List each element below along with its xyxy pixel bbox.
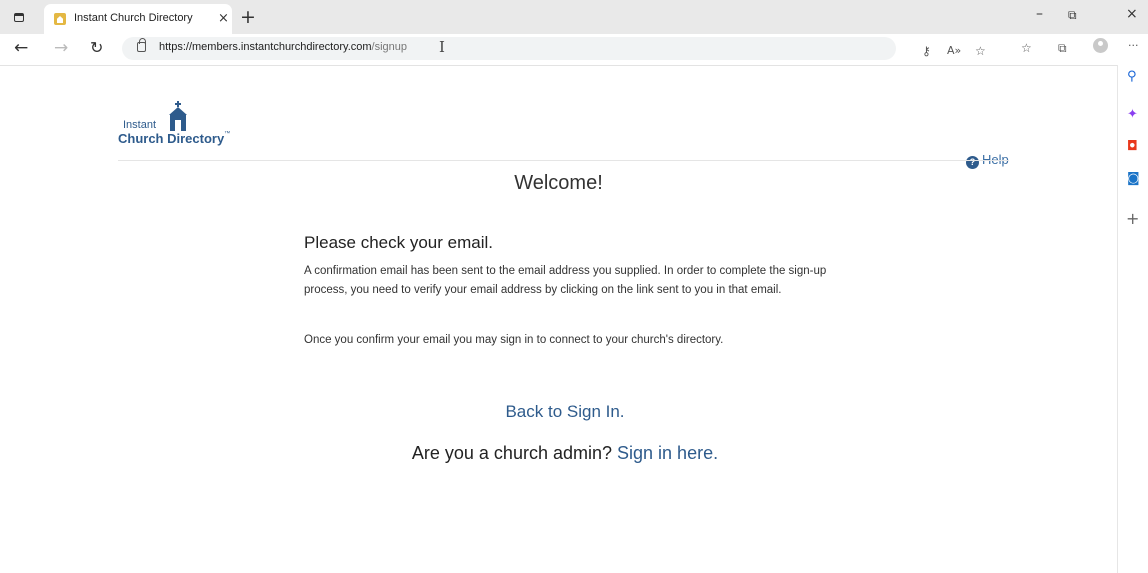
forward-arrow-icon[interactable]: → <box>54 38 68 58</box>
url-text[interactable]: https://members.instantchurchdirectory.c… <box>159 41 407 53</box>
collections-icon[interactable]: ⧉ <box>1058 41 1067 56</box>
message-paragraph-2: Once you confirm your email you may sign… <box>304 334 724 346</box>
key-icon[interactable]: ⚷ <box>922 44 931 58</box>
message-heading: Please check your email. <box>304 233 493 252</box>
text-cursor-icon: I <box>439 38 445 56</box>
message-paragraph-1: A confirmation email has been sent to th… <box>304 265 827 296</box>
church-favicon-icon <box>54 13 66 25</box>
address-toolbar: ← → ↻ https://members.instantchurchdirec… <box>0 34 1148 66</box>
read-aloud-icon[interactable]: A» <box>947 44 961 57</box>
logo-text-church-directory: Church Directory™ <box>118 131 231 146</box>
back-to-sign-in-link[interactable]: Back to Sign In. <box>0 402 1130 422</box>
address-bar[interactable]: https://members.instantchurchdirectory.c… <box>122 37 986 60</box>
lock-icon[interactable] <box>137 38 146 52</box>
more-menu-icon[interactable]: ··· <box>1128 39 1139 52</box>
new-tab-button[interactable]: + <box>240 6 256 28</box>
tab-title: Instant Church Directory <box>74 12 193 24</box>
admin-sign-in-link[interactable]: Sign in here. <box>617 443 718 463</box>
tab-close-icon[interactable]: × <box>218 11 229 26</box>
minimize-button[interactable]: – <box>1036 6 1043 22</box>
tab-strip: Instant Church Directory × + – ⧉ × <box>0 0 1148 34</box>
add-icon[interactable]: + <box>1126 209 1139 228</box>
question-circle-icon: ? <box>966 156 979 169</box>
browser-tab[interactable]: Instant Church Directory × <box>44 4 232 34</box>
favorites-list-icon[interactable]: ☆ <box>1021 41 1032 55</box>
search-icon[interactable]: ⚲ <box>1127 69 1137 84</box>
site-logo[interactable]: Instant Church Directory™ <box>118 101 258 147</box>
close-window-button[interactable]: × <box>1126 6 1138 22</box>
admin-question-text: Are you a church admin? <box>411 443 618 463</box>
church-logo-icon <box>169 101 187 131</box>
logo-text-instant: Instant <box>123 119 157 131</box>
outlook-icon[interactable]: ◙ <box>1127 171 1140 186</box>
admin-signin-line: Are you a church admin? Sign in here. <box>0 443 1130 464</box>
back-arrow-icon[interactable]: ← <box>14 38 28 58</box>
tab-actions-icon[interactable] <box>10 8 28 26</box>
spark-icon[interactable]: ✦ <box>1127 107 1138 122</box>
restore-button[interactable]: ⧉ <box>1068 8 1077 23</box>
refresh-icon[interactable]: ↻ <box>90 38 103 57</box>
profile-avatar[interactable] <box>1093 38 1108 53</box>
header-divider <box>118 160 1009 161</box>
office-icon[interactable]: ◘ <box>1127 139 1138 154</box>
edge-sidebar: ⚲ ✦ ◘ ◙ + <box>1117 65 1148 573</box>
page-title: Welcome! <box>514 172 603 194</box>
favorite-star-icon[interactable]: ☆ <box>975 44 986 58</box>
